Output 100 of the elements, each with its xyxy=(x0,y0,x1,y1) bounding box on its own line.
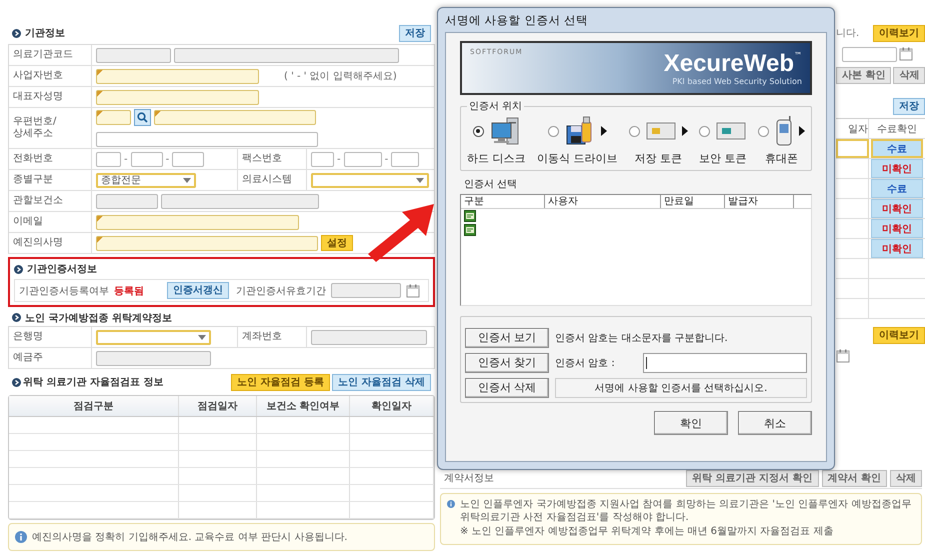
status-cell[interactable]: 미확인 xyxy=(871,159,923,178)
column-header[interactable]: 구분 xyxy=(461,195,545,208)
find-certificate-button[interactable]: 인증서 찾기 xyxy=(465,352,549,372)
separator-text: - xyxy=(124,154,128,164)
bullet-icon xyxy=(12,378,21,386)
status-cell[interactable]: 수료 xyxy=(871,139,923,158)
separator-text: - xyxy=(166,154,170,164)
ok-button[interactable]: 확인 xyxy=(654,411,728,435)
dropdown[interactable]: 종합전문 xyxy=(96,172,196,188)
dropdown[interactable] xyxy=(96,330,211,344)
delete-certificate-button[interactable]: 인증서 삭제 xyxy=(465,378,549,398)
input-field[interactable] xyxy=(96,132,318,147)
group-title: 인증서 위치 xyxy=(468,100,524,113)
cancel-button[interactable]: 취소 xyxy=(738,411,812,435)
field-label: 팩스번호 xyxy=(237,149,307,169)
radio-button[interactable] xyxy=(548,126,559,136)
dialog-title: 서명에 사용할 인증서 선택 xyxy=(445,12,589,28)
self-check-button[interactable]: 노인 자율점검 삭제 xyxy=(332,374,431,390)
section-title: 기관정보 xyxy=(25,27,65,40)
dropdown[interactable] xyxy=(311,172,429,188)
option-label[interactable]: 보안 토큰 xyxy=(699,151,747,166)
date-field[interactable] xyxy=(842,46,897,62)
radio-button[interactable] xyxy=(758,126,769,136)
column-header[interactable]: 사용자 xyxy=(545,195,661,208)
input-field[interactable] xyxy=(96,194,158,208)
date-field[interactable] xyxy=(331,283,401,298)
menu-arrow-icon[interactable] xyxy=(799,126,805,136)
history-button[interactable]: 이력보기 xyxy=(873,326,925,344)
input-field[interactable] xyxy=(161,194,319,208)
input-field[interactable] xyxy=(96,68,259,84)
column-header: 일자 xyxy=(836,119,869,138)
input-field[interactable] xyxy=(344,152,382,166)
column-header: 확인일자 xyxy=(350,396,434,416)
info-icon xyxy=(15,531,27,543)
option-label[interactable]: 하드 디스크 xyxy=(467,151,526,166)
input-field[interactable] xyxy=(130,152,163,166)
status-text: 등록됨 xyxy=(114,284,145,298)
menu-arrow-icon[interactable] xyxy=(682,126,688,136)
search-button[interactable] xyxy=(134,109,151,126)
calendar-icon[interactable] xyxy=(899,47,913,61)
list-title: 인증서 선택 xyxy=(464,178,518,191)
contract-button[interactable]: 삭제 xyxy=(890,470,922,486)
radio-button[interactable] xyxy=(699,126,710,136)
field-label: 대표자성명 xyxy=(9,87,92,107)
save-button[interactable]: 저장 xyxy=(399,24,431,42)
contract-button[interactable]: 위탁 의료기관 지정서 확인 xyxy=(686,470,819,486)
search-icon xyxy=(137,112,148,123)
status-cell[interactable]: 미확인 xyxy=(871,239,923,258)
option-label[interactable]: 저장 토큰 xyxy=(634,151,682,166)
status-cell[interactable]: 미확인 xyxy=(871,219,923,238)
input-field[interactable] xyxy=(96,48,171,62)
input-field[interactable] xyxy=(311,152,334,166)
field-label: 기관인증서등록여부 xyxy=(19,284,109,298)
field-label: 예진의사명 xyxy=(9,233,92,253)
bullet-icon xyxy=(12,313,21,322)
password-field[interactable] xyxy=(643,352,807,372)
tagline-text: PKI based Web Security Solution xyxy=(672,77,802,86)
input-field[interactable] xyxy=(96,236,318,250)
contract-button[interactable]: 계약서 확인 xyxy=(822,470,887,486)
input-field[interactable] xyxy=(96,350,211,366)
section-title: 기관인증서정보 xyxy=(27,263,97,276)
self-check-button[interactable]: 노인 자율점검 등록 xyxy=(231,374,330,390)
input-field[interactable] xyxy=(174,48,399,62)
input-field[interactable] xyxy=(172,152,204,166)
input-field[interactable] xyxy=(96,110,131,125)
radio-button[interactable] xyxy=(472,126,484,136)
input-field[interactable] xyxy=(96,152,121,166)
history-button[interactable]: 이력보기 xyxy=(873,24,925,42)
delete-button[interactable]: 삭제 xyxy=(893,66,925,84)
certificate-icon[interactable] xyxy=(464,210,476,222)
field-label: 종별구분 xyxy=(9,170,92,190)
status-cell[interactable]: 미확인 xyxy=(871,199,923,218)
input-field[interactable] xyxy=(96,214,299,230)
menu-arrow-icon[interactable] xyxy=(600,126,607,136)
option-label[interactable]: 휴대폰 xyxy=(765,151,798,166)
trademark-sign: ™ xyxy=(794,51,802,60)
status-cell[interactable]: 수료 xyxy=(871,179,923,198)
copy-check-button[interactable]: 사본 확인 xyxy=(836,66,892,84)
input-field[interactable] xyxy=(391,152,420,166)
computer-icon xyxy=(490,116,520,146)
set-button[interactable]: 설정 xyxy=(321,235,353,251)
input-field[interactable] xyxy=(96,90,259,104)
renew-button[interactable]: 인증서갱신 xyxy=(167,282,229,299)
field-label: 전화번호 xyxy=(9,149,92,169)
radio-button[interactable] xyxy=(628,126,640,136)
column-header[interactable]: 만료일 xyxy=(661,195,725,208)
hint-text: ( ' - ' 없이 입력해주세요) xyxy=(284,70,397,83)
calendar-icon[interactable] xyxy=(406,284,420,298)
product-logo-text: XecureWeb xyxy=(664,51,794,77)
save-button[interactable]: 저장 xyxy=(893,98,925,114)
input-field[interactable] xyxy=(154,110,316,125)
field-label: 은행명 xyxy=(9,327,92,347)
field-label: 사업자번호 xyxy=(9,66,92,86)
calendar-icon[interactable] xyxy=(836,349,850,363)
column-header[interactable]: 발급자 xyxy=(725,195,794,208)
input-field[interactable] xyxy=(311,330,427,344)
certificate-icon[interactable] xyxy=(464,224,476,236)
view-certificate-button[interactable]: 인증서 보기 xyxy=(465,328,549,348)
option-label[interactable]: 이동식 드라이브 xyxy=(536,151,618,166)
field-label: 의료기관코드 xyxy=(9,45,92,65)
